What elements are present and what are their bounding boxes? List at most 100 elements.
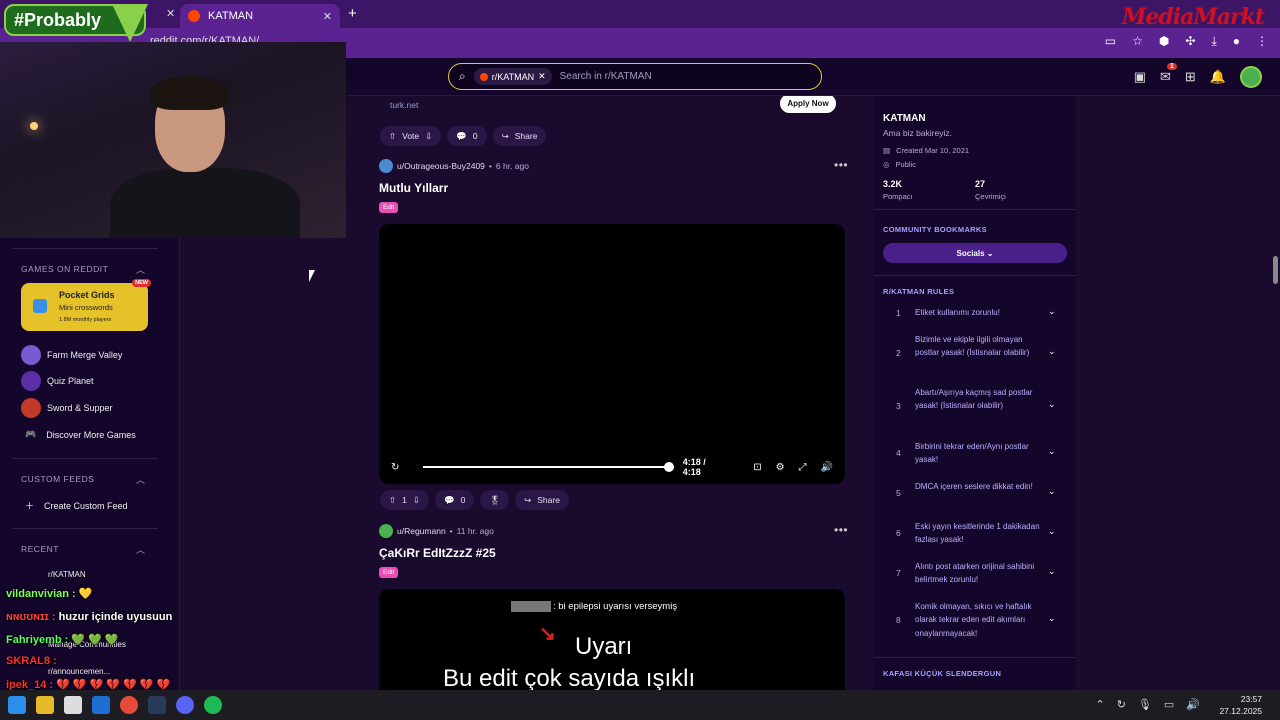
- post-flair[interactable]: Edit: [379, 567, 399, 578]
- chat-icon[interactable]: ✉ 1: [1160, 63, 1177, 85]
- created-label: Created Mar 10, 2021: [896, 146, 970, 155]
- sidebar-item-sword-supper[interactable]: Sword & Supper: [21, 398, 113, 418]
- brand-logo: MediaMarkt: [1122, 4, 1265, 30]
- steam-icon[interactable]: [148, 696, 166, 714]
- tab-close-icon[interactable]: ✕: [166, 7, 175, 20]
- network-icon[interactable]: ▭: [1164, 698, 1174, 711]
- system-clock[interactable]: 23:57 27.12.2025: [1219, 693, 1262, 717]
- spotify-icon[interactable]: [204, 696, 222, 714]
- custom-feeds-header[interactable]: CUSTOM FEEDS: [21, 474, 94, 484]
- replay-icon[interactable]: ↻: [391, 462, 399, 473]
- recent-item-katman[interactable]: r/KATMAN: [48, 570, 86, 579]
- reddit-favicon-icon: [188, 10, 200, 22]
- featured-game-card[interactable]: Pocket Grids Mini crosswords 1.8M monthl…: [21, 279, 151, 331]
- settings-gear-icon[interactable]: ⚙: [776, 462, 785, 473]
- comments-button[interactable]: 💬 0: [447, 126, 487, 146]
- video-player[interactable]: ↻ 4:18 / 4:18 ⊡ ⚙ ⤢ 🔊: [379, 224, 845, 484]
- avatar[interactable]: [379, 524, 393, 538]
- avatar[interactable]: [379, 159, 393, 173]
- sidebar-item-farm-merge-valley[interactable]: Farm Merge Valley: [21, 345, 122, 365]
- page-scrollbar[interactable]: [1271, 62, 1280, 690]
- award-icon: 🎖: [489, 494, 501, 505]
- menu-icon[interactable]: ⋮: [1256, 34, 1268, 49]
- chevron-down-icon[interactable]: ⌄: [1048, 306, 1056, 317]
- volume-icon[interactable]: 🔊: [821, 462, 833, 473]
- share-button[interactable]: ↪ Share: [515, 490, 569, 510]
- more-options-icon[interactable]: •••: [834, 158, 848, 172]
- create-post-icon[interactable]: ⊞: [1185, 69, 1196, 85]
- fullscreen-icon[interactable]: ⤢: [799, 462, 807, 473]
- store-icon[interactable]: [64, 696, 82, 714]
- socials-dropdown[interactable]: Socials ⌄: [883, 243, 1067, 263]
- video-thumbnail[interactable]: : bi epilepsi uyarısı verseymiş ↘ Uyarı …: [379, 589, 845, 690]
- ad-link[interactable]: turk.net: [390, 100, 418, 110]
- chat-message: Fahriyemb : 💚 💚 💚: [6, 633, 119, 646]
- post-author[interactable]: u/Regumann: [397, 526, 446, 536]
- recent-item-announcements[interactable]: r/announcemen...: [48, 667, 110, 676]
- captions-icon[interactable]: ⊡: [753, 462, 761, 473]
- post-author[interactable]: u/Outrageous-Buy2409: [397, 161, 485, 171]
- rule-text: Etiket kullanımı zorunlu!: [915, 308, 1000, 317]
- chevron-up-icon[interactable]: ︿: [136, 263, 145, 276]
- sidebar-item-quiz-planet[interactable]: Quiz Planet: [21, 371, 94, 391]
- chevron-down-icon[interactable]: ⌄: [1048, 346, 1056, 357]
- chevron-down-icon[interactable]: ⌄: [1048, 399, 1056, 410]
- file-explorer-icon[interactable]: [36, 696, 54, 714]
- downvote-icon[interactable]: ⇩: [413, 495, 420, 506]
- recent-header[interactable]: RECENT: [21, 544, 59, 554]
- profile-icon[interactable]: ●: [1233, 34, 1240, 49]
- vote-button[interactable]: ⇧ Vote ⇩: [380, 126, 442, 146]
- upvote-icon[interactable]: ⇧: [389, 131, 396, 142]
- microphone-icon[interactable]: 🎙: [1138, 698, 1152, 711]
- chevron-up-icon[interactable]: ⌃: [1095, 698, 1104, 711]
- vote-button[interactable]: ⇧ 1 ⇩: [380, 490, 429, 510]
- chevron-down-icon[interactable]: ⌄: [1048, 566, 1056, 577]
- cast-icon[interactable]: ▭: [1105, 34, 1116, 49]
- chevron-down-icon[interactable]: ⌄: [1048, 613, 1056, 624]
- chevron-up-icon[interactable]: ︿: [136, 473, 145, 486]
- post-flair[interactable]: Edit: [379, 202, 399, 213]
- post-title[interactable]: Mutlu Yıllarr: [379, 181, 448, 195]
- tab-close-icon[interactable]: ✕: [323, 10, 332, 23]
- comments-button[interactable]: 💬 0: [434, 490, 475, 510]
- new-tab-icon[interactable]: +: [348, 5, 357, 22]
- bell-icon[interactable]: 🔔: [1210, 69, 1226, 85]
- search-icon: ⌕: [459, 69, 466, 83]
- chevron-down-icon[interactable]: ⌄: [1048, 446, 1056, 457]
- streamer-hair: [150, 76, 230, 110]
- search-community-chip[interactable]: r/KATMAN ✕: [473, 68, 552, 85]
- share-button[interactable]: ↪ Share: [492, 126, 547, 146]
- video-progress-bar[interactable]: [423, 462, 674, 472]
- tab-katman[interactable]: KATMAN ✕: [180, 4, 340, 28]
- chevron-down-icon[interactable]: ⌄: [1048, 486, 1056, 497]
- outlook-icon[interactable]: [92, 696, 110, 714]
- ads-icon[interactable]: ▣: [1134, 69, 1146, 85]
- clock-date: 27.12.2025: [1219, 706, 1262, 716]
- post-title[interactable]: ÇaKıRr EdItZzzZ #25: [379, 546, 496, 560]
- chip-close-icon[interactable]: ✕: [538, 71, 546, 82]
- sync-icon[interactable]: ↻: [1117, 698, 1126, 711]
- games-section-header[interactable]: GAMES ON REDDIT: [21, 264, 108, 274]
- discover-games-link[interactable]: 🎮 Discover More Games: [25, 429, 136, 440]
- apply-now-button[interactable]: Apply Now: [780, 96, 836, 113]
- extension-icon[interactable]: ⬢: [1159, 34, 1169, 49]
- more-options-icon[interactable]: •••: [834, 523, 848, 537]
- chevron-down-icon[interactable]: ⌄: [1048, 526, 1056, 537]
- puzzle-icon[interactable]: ✣: [1185, 34, 1195, 49]
- discord-icon[interactable]: [176, 696, 194, 714]
- search-input[interactable]: ⌕ r/KATMAN ✕ Search in r/KATMAN: [448, 63, 822, 90]
- bookmark-star-icon[interactable]: ☆: [1132, 34, 1143, 49]
- chevron-up-icon[interactable]: ︿: [136, 543, 145, 556]
- upvote-icon[interactable]: ⇧: [389, 495, 396, 506]
- create-custom-feed[interactable]: ＋ Create Custom Feed: [25, 499, 128, 512]
- downvote-icon[interactable]: ⇩: [425, 131, 432, 142]
- award-button[interactable]: 🎖: [480, 490, 510, 510]
- windows-start-icon[interactable]: [8, 696, 26, 714]
- avatar[interactable]: [1240, 66, 1262, 88]
- taskbar-apps: [8, 696, 222, 714]
- volume-icon[interactable]: 🔊: [1186, 698, 1200, 711]
- download-icon[interactable]: ⤓: [1211, 34, 1216, 49]
- progress-knob[interactable]: [663, 462, 674, 472]
- chrome-icon[interactable]: [120, 696, 138, 714]
- scrollbar-thumb[interactable]: [1273, 256, 1278, 284]
